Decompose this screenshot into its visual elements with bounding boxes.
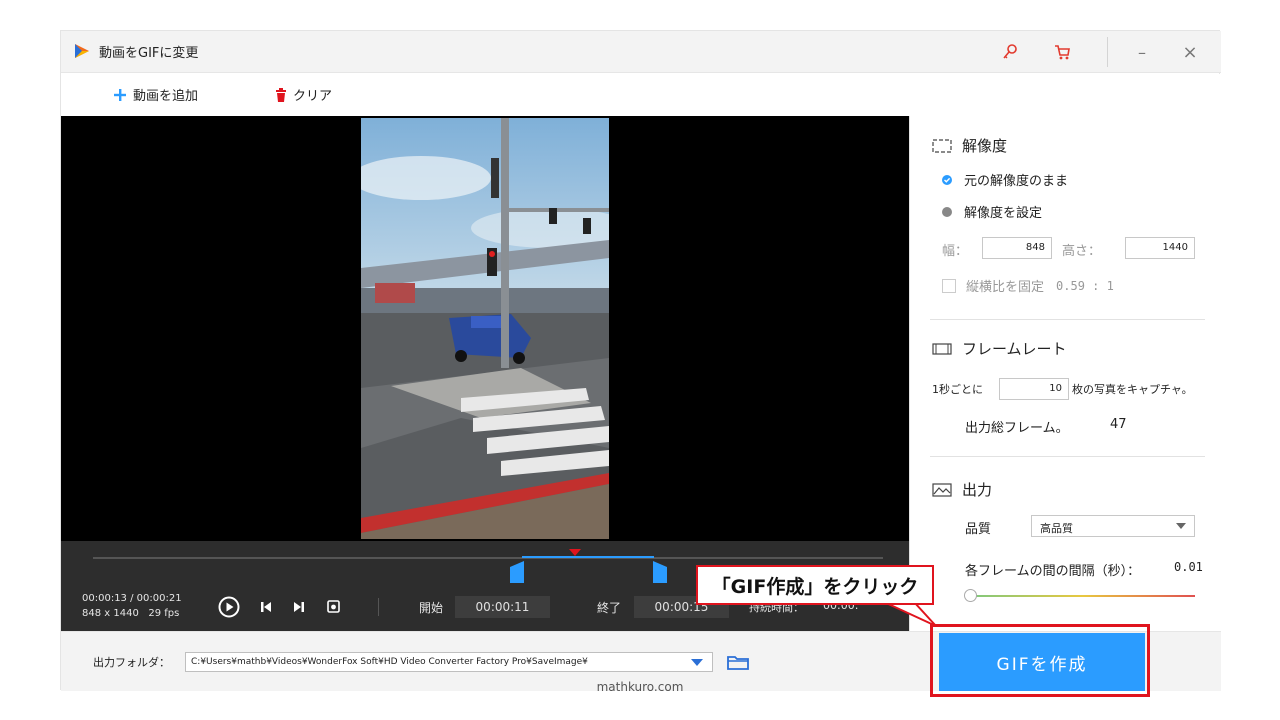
- output-folder-path-text: C:¥Users¥mathb¥Videos¥WonderFox Soft¥HD …: [191, 657, 588, 667]
- snapshot-icon[interactable]: [327, 600, 340, 613]
- app-window: 動画をGIFに変更 – × 動画を追加 クリア 00:00:13 / 00:00…: [60, 30, 1221, 691]
- height-label: 高さ：: [1062, 244, 1102, 259]
- video-frame-image: [361, 118, 609, 539]
- output-icon: [932, 482, 952, 497]
- radio-original-label: 元の解像度のまま: [964, 174, 1069, 189]
- check-icon: [942, 174, 952, 185]
- start-label: 開始: [419, 601, 444, 615]
- output-title-text: 出力: [962, 481, 993, 499]
- framerate-prefix: 1秒ごとに: [932, 383, 983, 396]
- video-preview[interactable]: [61, 116, 909, 541]
- interval-slider-thumb[interactable]: [964, 589, 977, 602]
- end-handle[interactable]: [653, 561, 667, 583]
- add-video-button[interactable]: 動画を追加: [113, 85, 198, 104]
- start-time-field[interactable]: 00:00:11: [455, 596, 550, 618]
- output-section-title: 出力: [932, 479, 992, 500]
- framerate-icon: [932, 342, 952, 355]
- interval-slider-track[interactable]: [970, 595, 1195, 597]
- controls-separator: [378, 598, 379, 616]
- checkbox-box: [942, 278, 956, 293]
- trash-icon: [276, 87, 286, 102]
- dropdown-arrow-icon: [1176, 523, 1186, 529]
- aspect-ratio-value: 0.59 : 1: [1056, 278, 1114, 293]
- interval-label: 各フレームの間の間隔（秒）：: [965, 564, 1141, 579]
- close-button[interactable]: ×: [1179, 41, 1201, 63]
- quality-select[interactable]: 高品質: [1031, 515, 1195, 537]
- total-frames-value: 47: [1110, 417, 1127, 432]
- prev-icon[interactable]: [260, 601, 272, 613]
- radio-custom-resolution[interactable]: 解像度を設定: [942, 202, 1042, 221]
- width-label: 幅：: [942, 244, 969, 259]
- time-readout: 00:00:13 / 00:00:21: [82, 593, 182, 604]
- output-folder-label: 出力フォルダ：: [93, 656, 170, 669]
- titlebar-separator: [1107, 37, 1108, 67]
- title-bar: 動画をGIFに変更 – ×: [61, 31, 1221, 73]
- start-handle[interactable]: [510, 561, 524, 583]
- width-input[interactable]: 848: [982, 237, 1052, 259]
- play-icon[interactable]: [218, 596, 240, 618]
- annotation-callout: 「GIF作成」をクリック: [696, 565, 934, 605]
- quality-selected-value: 高品質: [1040, 522, 1073, 535]
- output-folder-path[interactable]: C:¥Users¥mathb¥Videos¥WonderFox Soft¥HD …: [185, 652, 713, 672]
- media-info: 848 x 1440 29 fps: [82, 608, 180, 619]
- clear-label: クリア: [293, 89, 333, 104]
- end-label: 終了: [597, 601, 622, 615]
- site-credit: mathkuro.com: [596, 680, 684, 694]
- folder-icon[interactable]: [727, 654, 749, 670]
- resolution-icon: [932, 138, 952, 153]
- interval-value: 0.01: [1174, 560, 1203, 574]
- playhead-marker[interactable]: [569, 549, 581, 557]
- lock-aspect-label: 縦横比を固定: [966, 280, 1045, 295]
- radio-dot-icon: [942, 206, 952, 217]
- framerate-title-text: フレームレート: [962, 340, 1067, 358]
- quality-label: 品質: [965, 522, 992, 537]
- framerate-section-title: フレームレート: [932, 338, 1067, 359]
- height-input[interactable]: 1440: [1125, 237, 1195, 259]
- clear-button[interactable]: クリア: [275, 85, 332, 104]
- section-divider: [930, 456, 1205, 457]
- cart-icon[interactable]: [1051, 41, 1073, 63]
- add-video-label: 動画を追加: [133, 89, 199, 104]
- timeline-track[interactable]: [93, 557, 883, 559]
- radio-custom-label: 解像度を設定: [964, 206, 1043, 221]
- app-logo-icon: [75, 44, 89, 58]
- settings-panel: 解像度 元の解像度のまま 解像度を設定 幅： 848 高さ： 1440 縦横比を…: [909, 116, 1221, 631]
- lock-aspect-checkbox[interactable]: 縦横比を固定 0.59 : 1: [942, 276, 1114, 295]
- next-icon[interactable]: [293, 601, 305, 613]
- dropdown-arrow-icon[interactable]: [691, 659, 703, 666]
- framerate-suffix: 枚の写真をキャプチャ。: [1072, 383, 1193, 396]
- selected-range: [522, 556, 654, 558]
- framerate-input[interactable]: 10: [999, 378, 1069, 400]
- minimize-button[interactable]: –: [1131, 41, 1153, 63]
- radio-original-resolution[interactable]: 元の解像度のまま: [942, 170, 1068, 189]
- key-icon[interactable]: [999, 41, 1021, 63]
- section-divider: [930, 319, 1205, 320]
- highlight-box: [930, 624, 1150, 697]
- window-title: 動画をGIFに変更: [99, 46, 199, 61]
- total-frames-label: 出力総フレーム。: [965, 421, 1069, 436]
- resolution-section-title: 解像度: [932, 135, 1007, 156]
- toolbar: 動画を追加 クリア: [61, 74, 1221, 116]
- plus-icon: [114, 88, 126, 101]
- resolution-title-text: 解像度: [962, 137, 1008, 155]
